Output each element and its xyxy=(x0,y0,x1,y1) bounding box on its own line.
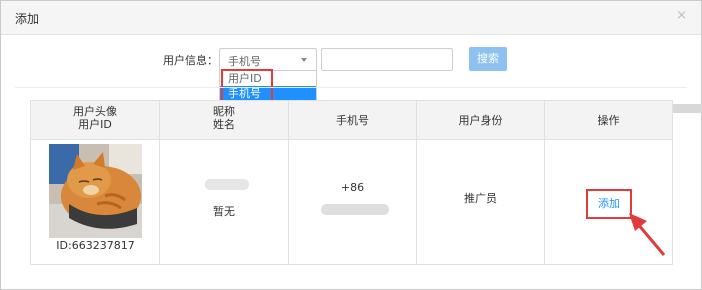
user-id-text: ID:663237817 xyxy=(56,239,135,252)
header-user-id-label: 用户ID xyxy=(78,118,112,131)
cat-photo-icon xyxy=(49,144,142,238)
search-button[interactable]: 搜索 xyxy=(469,47,507,71)
header-name-label: 姓名 xyxy=(213,118,235,131)
dialog-title: 添加 xyxy=(15,12,40,26)
user-info-label: 用户信息： xyxy=(163,54,218,67)
header-identity: 用户身份 xyxy=(458,114,503,127)
header-nick-name: 昵称 姓名 xyxy=(160,105,288,135)
name-value: 暂无 xyxy=(213,205,235,218)
header-nickname-label: 昵称 xyxy=(213,105,235,118)
close-icon[interactable]: × xyxy=(676,9,687,23)
results-table: 用户头像 用户ID 昵称 姓名 手机号 用户身份 操作 ID:663237817… xyxy=(30,100,673,265)
caret-down-icon xyxy=(301,58,307,62)
add-button[interactable]: 添加 xyxy=(586,189,632,219)
select-value: 手机号 xyxy=(228,55,261,68)
blurred-phone-number xyxy=(321,204,389,215)
header-avatar-id: 用户头像 用户ID xyxy=(31,105,159,135)
phone-prefix: +86 xyxy=(340,181,365,194)
add-user-dialog: 添加 × 用户信息： 手机号 用户ID 手机号 搜索 用户头像 用户ID 昵称 … xyxy=(0,0,702,290)
blurred-nickname xyxy=(205,179,249,190)
identity-value: 推广员 xyxy=(464,192,497,205)
header-phone: 手机号 xyxy=(336,114,369,127)
avatar xyxy=(49,144,142,238)
header-action: 操作 xyxy=(597,114,620,127)
divider xyxy=(15,87,687,88)
dropdown-highlight-box xyxy=(221,69,273,102)
search-input[interactable] xyxy=(321,48,702,113)
dialog-header: 添加 × xyxy=(1,1,701,35)
user-info-select[interactable]: 手机号 xyxy=(219,48,317,71)
header-avatar-label: 用户头像 xyxy=(73,105,117,118)
